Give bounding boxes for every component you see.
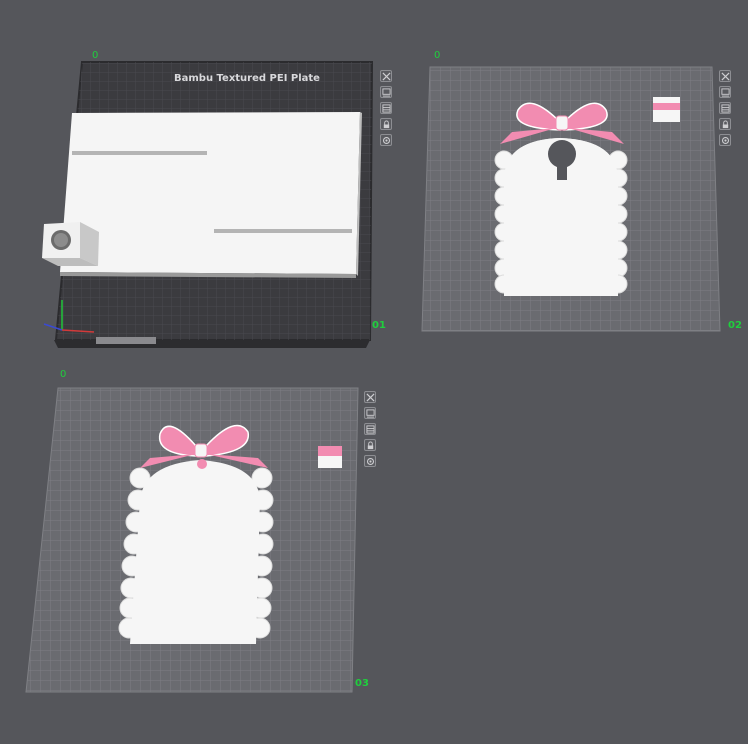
plate-02-bed[interactable] bbox=[400, 0, 748, 360]
close-icon bbox=[381, 71, 391, 81]
plate-01-title: Bambu Textured PEI Plate bbox=[174, 73, 320, 84]
lock-icon bbox=[367, 440, 373, 449]
plate-03[interactable]: 0 03 bbox=[0, 360, 400, 744]
plate-03-arrange-button[interactable] bbox=[364, 407, 376, 419]
plate-02[interactable]: 0 02 bbox=[400, 0, 748, 360]
plate-02-tag bbox=[494, 138, 628, 296]
plate-01-white-block bbox=[60, 112, 360, 274]
plate-03-lock-button[interactable] bbox=[364, 439, 376, 451]
plate-01-lock-button[interactable] bbox=[380, 118, 392, 130]
plate-03-delete-button[interactable] bbox=[364, 391, 376, 403]
plate-01-index: 01 bbox=[372, 320, 386, 331]
gear-icon bbox=[721, 136, 729, 144]
plate-01-bed[interactable] bbox=[0, 0, 400, 360]
close-icon bbox=[365, 392, 375, 402]
plate-03-toolbar bbox=[364, 391, 376, 467]
plate-03-bed[interactable] bbox=[0, 360, 400, 744]
plate-02-settings-button[interactable] bbox=[719, 134, 731, 146]
plate-02-delete-button[interactable] bbox=[719, 70, 731, 82]
lock-icon bbox=[722, 119, 728, 128]
close-icon bbox=[720, 71, 730, 81]
plate-02-top-mark: 0 bbox=[434, 50, 441, 61]
grid-icon bbox=[365, 424, 375, 434]
plate-01-arrange-button[interactable] bbox=[380, 86, 392, 98]
plate-01-delete-button[interactable] bbox=[380, 70, 392, 82]
plate-03-orient-button[interactable] bbox=[364, 423, 376, 435]
plate-02-orient-button[interactable] bbox=[719, 102, 731, 114]
plate-01-toolbar bbox=[380, 70, 392, 146]
plate-03-top-mark: 0 bbox=[60, 369, 67, 380]
plate-01[interactable]: 0 Bambu Textured PEI Plate 01 bbox=[0, 0, 400, 360]
grid-icon bbox=[720, 103, 730, 113]
lock-icon bbox=[383, 119, 389, 128]
plate-02-index: 02 bbox=[728, 320, 742, 331]
plate-03-tag bbox=[118, 459, 274, 644]
plate-01-settings-button[interactable] bbox=[380, 134, 392, 146]
plate-02-arrange-button[interactable] bbox=[719, 86, 731, 98]
plate-03-index: 03 bbox=[355, 678, 369, 689]
grid-icon bbox=[381, 103, 391, 113]
gear-icon bbox=[382, 136, 390, 144]
arrange-icon bbox=[381, 87, 391, 97]
plate-01-top-mark: 0 bbox=[92, 50, 99, 61]
plate-03-settings-button[interactable] bbox=[364, 455, 376, 467]
arrange-icon bbox=[720, 87, 730, 97]
arrange-icon bbox=[365, 408, 375, 418]
plate-02-lock-button[interactable] bbox=[719, 118, 731, 130]
plate-01-orient-button[interactable] bbox=[380, 102, 392, 114]
plate-02-toolbar bbox=[719, 70, 731, 146]
gear-icon bbox=[366, 457, 374, 465]
